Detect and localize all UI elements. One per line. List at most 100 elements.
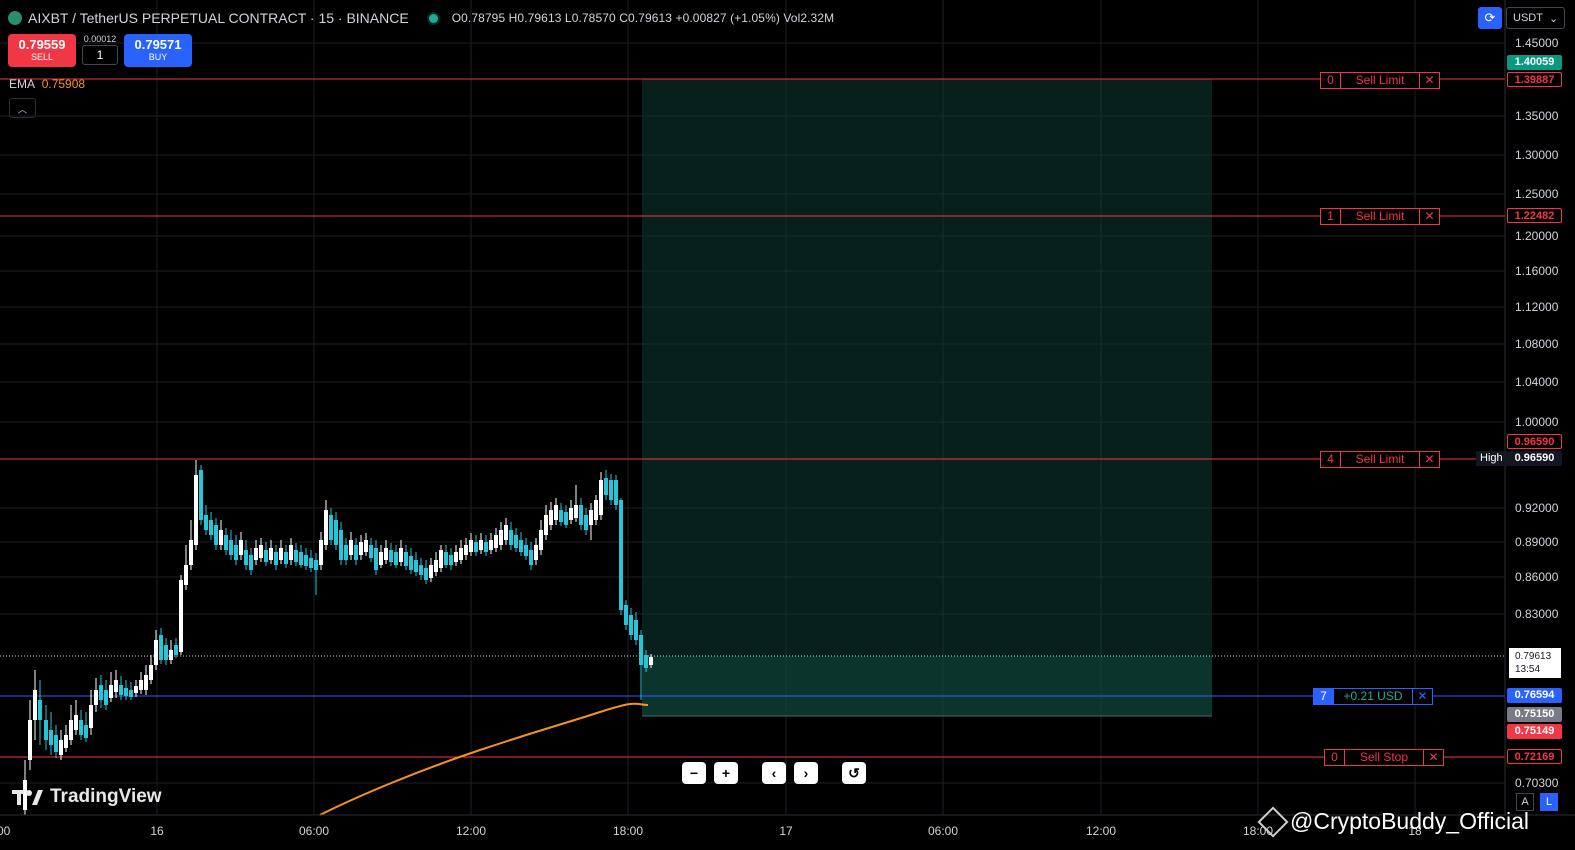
- price-axis-label: 1.16000: [1515, 264, 1559, 278]
- candle-body: [484, 542, 488, 552]
- quantity-input[interactable]: 1: [82, 45, 118, 65]
- order-qty[interactable]: 0: [1321, 73, 1341, 88]
- order-type[interactable]: Sell Limit: [1341, 73, 1419, 88]
- price-axis-label: 1.25000: [1515, 187, 1559, 201]
- chart-canvas[interactable]: 1.45000 1.35000 1.30000 1.25000 1.20000 1.160…: [0, 0, 1575, 850]
- ema-label: EMA: [9, 77, 35, 91]
- candle-body: [284, 552, 288, 564]
- chevron-up-icon: ︿: [17, 104, 28, 116]
- collapse-legend-button[interactable]: ︿: [9, 98, 36, 118]
- tradingview-logo[interactable]: TradingView: [12, 786, 162, 808]
- close-icon[interactable]: ✕: [1419, 452, 1439, 467]
- candle-body: [89, 705, 93, 728]
- candle-body: [84, 725, 88, 738]
- candle-body: [344, 545, 348, 560]
- candle-body: [269, 548, 273, 560]
- close-icon[interactable]: ✕: [1419, 73, 1439, 88]
- position-label[interactable]: 7 +0.21 USD ✕: [1313, 688, 1433, 705]
- tradingview-logo-text: TradingView: [50, 786, 162, 807]
- chevron-down-icon: ⌄: [1548, 12, 1559, 25]
- symbol-title[interactable]: AIXBT / TetherUS PERPETUAL CONTRACT · 15…: [28, 10, 409, 26]
- price-axis-label: 1.30000: [1515, 148, 1559, 162]
- candle-body: [234, 545, 238, 560]
- scroll-back-button[interactable]: ‹: [762, 762, 786, 784]
- price-axis-label: 1.12000: [1515, 300, 1559, 314]
- candle-body: [64, 735, 68, 748]
- candle-body: [644, 655, 648, 668]
- buy-button[interactable]: 0.79571 BUY: [124, 34, 192, 67]
- sync-button[interactable]: ⟳: [1478, 7, 1502, 29]
- candle-body: [319, 540, 323, 565]
- currency-select[interactable]: USDT ⌄: [1506, 7, 1566, 29]
- close-icon[interactable]: ✕: [1423, 750, 1443, 765]
- zoom-out-button[interactable]: −: [682, 762, 706, 784]
- order-label[interactable]: 4 Sell Limit ✕: [1320, 451, 1440, 468]
- candle-body: [104, 690, 108, 705]
- close-icon[interactable]: ✕: [1412, 689, 1432, 704]
- last-price-countdown: 0.79613 13:54: [1509, 648, 1561, 678]
- position-qty[interactable]: 7: [1314, 689, 1334, 704]
- log-scale-button[interactable]: L: [1540, 793, 1558, 811]
- order-type[interactable]: Sell Stop: [1345, 750, 1423, 765]
- candle-body: [499, 530, 503, 545]
- candle-body: [44, 720, 48, 740]
- candle-body: [369, 545, 373, 558]
- candle-body: [354, 545, 358, 560]
- order-label[interactable]: 0 Sell Stop ✕: [1324, 749, 1444, 766]
- ema-legend[interactable]: EMA 0.75908: [9, 77, 85, 91]
- candle-body: [649, 657, 653, 665]
- order-label[interactable]: 0 Sell Limit ✕: [1320, 72, 1440, 89]
- order-label[interactable]: 1 Sell Limit ✕: [1320, 208, 1440, 225]
- position-price-tag: 0.76594: [1507, 688, 1562, 703]
- zoom-in-button[interactable]: +: [714, 762, 738, 784]
- time-axis-label: 12:00: [456, 824, 486, 838]
- candle-body: [94, 690, 98, 705]
- candle-body: [489, 540, 493, 550]
- candle-body: [609, 480, 613, 500]
- candle-body: [504, 525, 508, 540]
- price-axis-label: 0.83000: [1515, 607, 1559, 621]
- close-icon[interactable]: ✕: [1419, 209, 1439, 224]
- candle-body: [189, 540, 193, 565]
- order-qty[interactable]: 1: [1321, 209, 1341, 224]
- candle-body: [199, 470, 203, 520]
- sell-button[interactable]: 0.79559 SELL: [8, 34, 76, 67]
- binance-icon: [1257, 805, 1289, 838]
- candle-body: [534, 545, 538, 560]
- candle-body: [244, 550, 248, 565]
- market-status-icon: [428, 13, 438, 23]
- sell-label: SELL: [30, 52, 54, 62]
- trade-panel: 0.79559 SELL 0.00012 1 0.79571 BUY: [8, 34, 192, 67]
- time-axis-label: 16: [150, 824, 164, 838]
- position-pnl[interactable]: +0.21 USD: [1334, 689, 1412, 704]
- scroll-forward-button[interactable]: ›: [794, 762, 818, 784]
- candle-body: [49, 730, 53, 745]
- last-price-value: 0.79613: [1515, 651, 1552, 662]
- reset-chart-button[interactable]: ↺: [842, 762, 866, 784]
- price-axis-label: 1.45000: [1515, 36, 1559, 50]
- candle-body: [439, 550, 443, 568]
- order-type[interactable]: Sell Limit: [1341, 209, 1419, 224]
- bar-countdown: 13:54: [1515, 664, 1541, 675]
- order-qty[interactable]: 4: [1321, 452, 1341, 467]
- candle-body: [304, 555, 308, 566]
- order-qty[interactable]: 0: [1325, 750, 1345, 765]
- buy-price: 0.79571: [134, 37, 182, 52]
- candle-body: [594, 500, 598, 520]
- chart-area[interactable]: 1.45000 1.35000 1.30000 1.25000 1.20000 1.160…: [0, 0, 1575, 850]
- candle-body: [239, 540, 243, 555]
- candle-body: [514, 535, 518, 548]
- candle-body: [28, 720, 32, 760]
- stop-price-tag: 0.72169: [1507, 749, 1562, 764]
- candle-body: [589, 510, 593, 525]
- order-price-tag: 0.96590: [1507, 434, 1562, 449]
- auto-scale-button[interactable]: A: [1516, 793, 1534, 811]
- candle-body: [564, 512, 568, 525]
- candle-body: [634, 620, 638, 640]
- buy-label: BUY: [148, 52, 168, 62]
- order-type[interactable]: Sell Limit: [1341, 452, 1419, 467]
- candle-body: [149, 665, 153, 680]
- candle-body: [324, 510, 328, 545]
- price-axis-label: 1.35000: [1515, 109, 1559, 123]
- tradingview-logo-icon: [12, 790, 43, 805]
